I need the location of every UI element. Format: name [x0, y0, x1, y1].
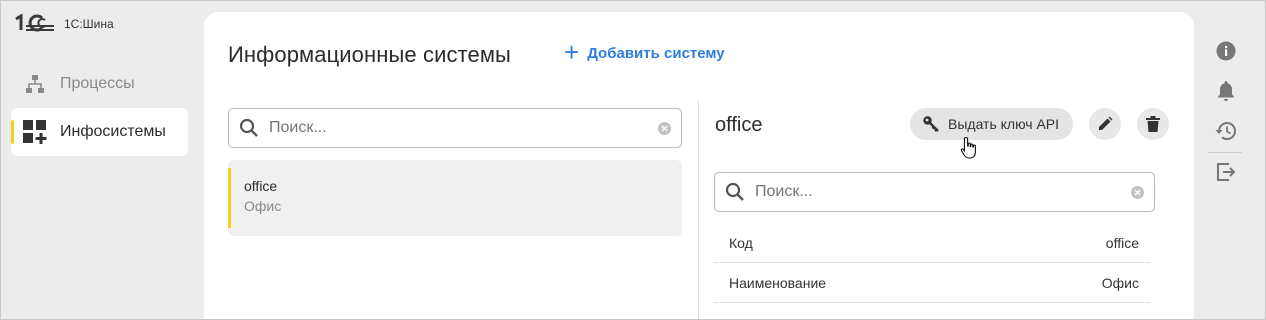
pencil-icon — [1097, 116, 1113, 132]
edit-button[interactable] — [1089, 108, 1121, 140]
sidebar-item-infosystems[interactable]: Инфосистемы — [11, 108, 188, 156]
delete-button[interactable] — [1137, 108, 1169, 140]
list-item-name: Офис — [244, 198, 282, 214]
issue-api-key-label: Выдать ключ API — [948, 116, 1060, 132]
sidebar-item-processes[interactable]: Процессы — [11, 60, 188, 108]
add-system-label: Добавить систему — [587, 44, 725, 62]
history-icon[interactable] — [1213, 118, 1239, 144]
main-panel: Информационные системы + Добавить систем… — [204, 12, 1194, 320]
key-icon — [922, 115, 940, 133]
clear-icon[interactable] — [1131, 185, 1144, 199]
apps-add-icon — [22, 119, 48, 145]
add-system-button[interactable]: + Добавить систему — [564, 37, 725, 67]
list-item-code: office — [244, 178, 278, 194]
table-row: Наименование Офис — [714, 263, 1150, 303]
sidebar-item-label: Процессы — [60, 75, 135, 92]
systems-search-input[interactable] — [269, 119, 658, 137]
detail-title: office — [715, 114, 763, 136]
toolbar-divider — [1208, 152, 1242, 153]
bell-icon[interactable] — [1213, 78, 1239, 104]
logo: 1С:Шина — [14, 14, 114, 32]
hierarchy-icon — [22, 71, 48, 97]
property-key: Наименование — [729, 274, 827, 291]
logo-text: 1С:Шина — [64, 17, 114, 31]
search-icon — [725, 182, 745, 202]
properties-search[interactable] — [714, 172, 1155, 212]
page-title: Информационные системы — [228, 42, 511, 67]
properties-search-input[interactable] — [755, 183, 1131, 201]
property-key: Код — [729, 234, 753, 251]
hand-cursor-icon — [960, 136, 978, 165]
info-icon[interactable] — [1213, 38, 1239, 64]
exit-icon[interactable] — [1213, 159, 1239, 185]
list-item[interactable]: office Офис — [228, 160, 682, 236]
property-value: Офис — [1101, 274, 1139, 291]
trash-icon — [1146, 116, 1160, 132]
sidebar-item-label: Инфосистемы — [60, 123, 166, 140]
clear-icon[interactable] — [658, 121, 671, 135]
plus-icon: + — [564, 37, 580, 67]
property-value: office — [1105, 234, 1139, 251]
1c-logo-icon — [14, 14, 56, 32]
issue-api-key-button[interactable]: Выдать ключ API — [910, 108, 1073, 140]
table-row: Код office — [714, 223, 1150, 263]
panel-divider — [698, 100, 699, 320]
search-icon — [239, 118, 259, 138]
systems-search[interactable] — [228, 108, 682, 148]
